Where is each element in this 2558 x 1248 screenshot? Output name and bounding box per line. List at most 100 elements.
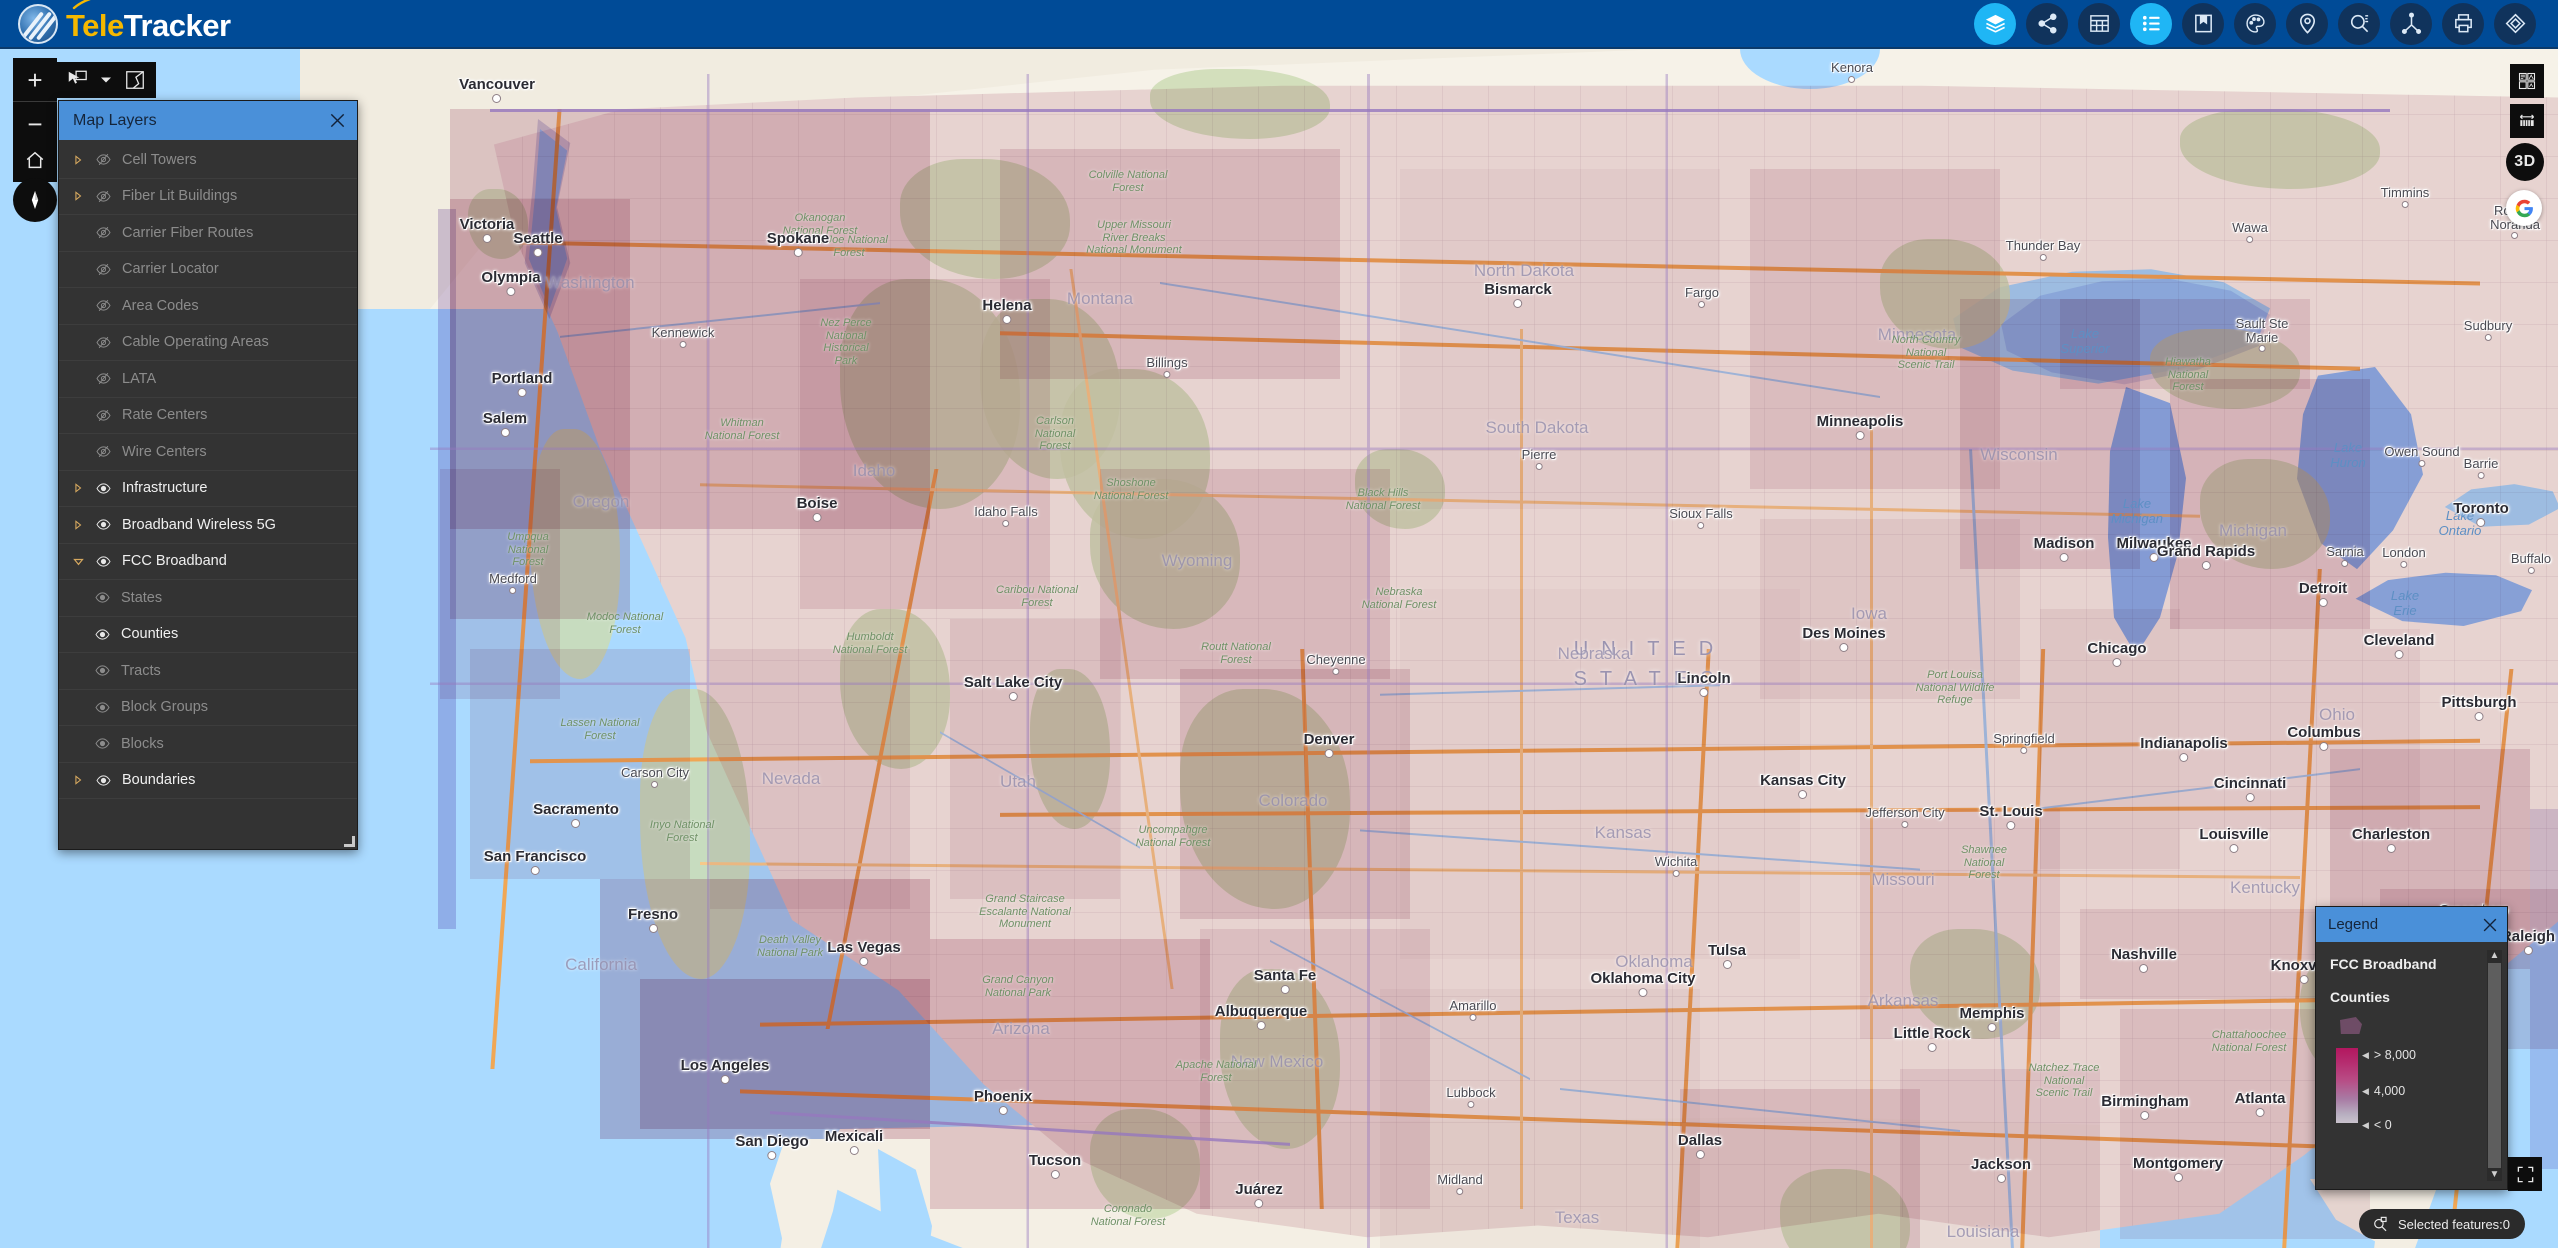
layer-item-boundaries[interactable]: Boundaries — [59, 763, 357, 799]
google-attribution-inner — [2506, 190, 2542, 226]
measure-icon-button[interactable] — [2494, 2, 2536, 45]
layer-item-cable-operating-areas[interactable]: Cable Operating Areas — [59, 325, 357, 361]
eye-icon[interactable] — [93, 700, 112, 715]
eye-icon[interactable] — [94, 517, 113, 532]
chevron-down-icon[interactable] — [73, 556, 85, 567]
chevron-right-icon[interactable] — [73, 154, 85, 165]
map-layers-panel-header: Map Layers — [59, 101, 357, 140]
map-layers-panel[interactable]: Map Layers Cell Towers Fiber Lit Building… — [58, 100, 358, 850]
layer-item-tracts[interactable]: Tracts — [59, 653, 357, 690]
layer-item-cell-towers[interactable]: Cell Towers — [59, 142, 357, 179]
select-dropdown-button[interactable] — [100, 76, 112, 84]
eye-icon[interactable] — [93, 736, 112, 751]
chevron-right-icon[interactable] — [73, 191, 85, 202]
eye-off-icon[interactable] — [94, 262, 113, 277]
layer-item-carrier-fiber-routes[interactable]: Carrier Fiber Routes — [59, 215, 357, 252]
layer-item-states[interactable]: States — [59, 580, 357, 617]
layer-item-counties[interactable]: Counties — [59, 617, 357, 653]
compass-button[interactable] — [13, 178, 57, 222]
eye-icon[interactable] — [93, 627, 112, 642]
scroll-down-icon[interactable]: ▼ — [2490, 1169, 2500, 1181]
search-icon — [2350, 14, 2368, 33]
location-pin-icon — [2299, 13, 2315, 34]
select-features-icon — [2374, 1216, 2387, 1231]
select-rectangle-icon-button[interactable] — [66, 69, 88, 91]
legend-tick: ◀ > 8,000 — [2362, 1048, 2416, 1062]
map-layers-list[interactable]: Cell Towers Fiber Lit Buildings Carrier Fi… — [59, 140, 357, 849]
palette-icon-button[interactable] — [2234, 2, 2276, 45]
layer-item-area-codes[interactable]: Area Codes — [59, 288, 357, 325]
scalebar-inner — [2510, 104, 2544, 138]
eye-off-icon[interactable] — [94, 335, 113, 350]
legend-panel[interactable]: Legend FCC Broadband Counties ◀ > 8,000 ◀ 4… — [2315, 906, 2508, 1190]
layer-item-carrier-locator[interactable]: Carrier Locator — [59, 252, 357, 288]
fullscreen-button[interactable] — [2508, 1157, 2542, 1191]
compass-needle-icon — [31, 191, 39, 209]
layer-item-label: Carrier Fiber Routes — [122, 224, 254, 241]
basemap-gallery-button[interactable] — [2510, 64, 2544, 98]
layer-item-label: Block Groups — [121, 699, 209, 716]
zoom-in-button[interactable]: + — [13, 58, 57, 102]
google-attribution-button[interactable] — [2506, 190, 2542, 226]
chevron-down-icon — [101, 77, 111, 83]
tick-arrow-icon: ◀ — [2362, 1049, 2369, 1060]
home-extent-button[interactable] — [13, 138, 57, 182]
selected-features-status: Selected features:0 — [2359, 1209, 2526, 1239]
layer-item-wire-centers[interactable]: Wire Centers — [59, 434, 357, 471]
layer-item-fcc-broadband[interactable]: FCC Broadband — [59, 544, 357, 580]
select-polygon-icon — [126, 71, 144, 89]
table-icon-button[interactable] — [2078, 2, 2120, 45]
layers-icon-button[interactable] — [1974, 2, 2016, 45]
scroll-up-icon[interactable]: ▲ — [2490, 950, 2500, 962]
legend-close-button[interactable] — [2481, 916, 2499, 934]
map-viewport[interactable]: UNITED STATES Washington Oregon Idaho Monta… — [0, 49, 2558, 1248]
location-pin-icon-button[interactable] — [2286, 2, 2328, 45]
layer-item-blocks[interactable]: Blocks — [59, 726, 357, 763]
eye-off-icon[interactable] — [94, 298, 113, 313]
layer-item-broadband-wireless-5g[interactable]: Broadband Wireless 5G — [59, 507, 357, 544]
three-d-toggle-button[interactable]: 3D — [2506, 143, 2544, 181]
legend-tick-label: 4,000 — [2373, 1084, 2406, 1098]
legend-scrollbar[interactable]: ▲ ▼ — [2487, 950, 2502, 1181]
layer-item-label: Blocks — [121, 735, 164, 752]
share-icon-button[interactable] — [2026, 2, 2068, 45]
eye-icon[interactable] — [93, 590, 112, 605]
top-navigation-bar: TeleTracker — [0, 0, 2558, 49]
eye-off-icon[interactable] — [94, 189, 113, 204]
eye-icon[interactable] — [94, 554, 113, 569]
legend-scroll-thumb[interactable] — [2488, 963, 2501, 1168]
chevron-right-icon[interactable] — [73, 775, 85, 786]
print-icon-button[interactable] — [2442, 2, 2484, 45]
eye-off-icon[interactable] — [94, 225, 113, 240]
layer-item-label: Cell Towers — [122, 151, 197, 168]
eye-off-icon[interactable] — [94, 152, 113, 167]
eye-icon[interactable] — [93, 663, 112, 678]
scalebar-icon — [2519, 114, 2535, 126]
layer-item-block-groups[interactable]: Block Groups — [59, 690, 357, 726]
bookmark-icon-button[interactable] — [2182, 2, 2224, 45]
layer-item-fiber-lit-buildings[interactable]: Fiber Lit Buildings — [59, 179, 357, 215]
eye-off-icon[interactable] — [94, 444, 113, 459]
eye-icon[interactable] — [94, 481, 113, 496]
layer-item-label: Broadband Wireless 5G — [122, 516, 276, 533]
eye-off-icon[interactable] — [94, 408, 113, 423]
select-polygon-icon-button[interactable] — [124, 69, 146, 91]
search-icon-button[interactable] — [2338, 2, 2380, 45]
panel-resize-handle[interactable] — [344, 836, 355, 847]
layer-item-label: Rate Centers — [122, 407, 208, 424]
brand-logo[interactable]: TeleTracker — [0, 0, 231, 44]
layer-item-rate-centers[interactable]: Rate Centers — [59, 398, 357, 434]
route-icon-button[interactable] — [2390, 2, 2432, 45]
chevron-right-icon[interactable] — [73, 519, 85, 530]
layer-item-lata[interactable]: LATA — [59, 361, 357, 398]
eye-off-icon[interactable] — [94, 371, 113, 386]
map-layers-close-button[interactable] — [328, 111, 347, 130]
scalebar-button[interactable] — [2510, 104, 2544, 138]
eye-icon[interactable] — [94, 773, 113, 788]
close-icon — [330, 113, 345, 128]
chevron-right-icon[interactable] — [73, 483, 85, 494]
layer-item-infrastructure[interactable]: Infrastructure — [59, 471, 357, 507]
legend-list-icon-button[interactable] — [2130, 2, 2172, 45]
select-tools-toolbar — [56, 62, 156, 98]
three-d-label: 3D — [2514, 153, 2536, 170]
